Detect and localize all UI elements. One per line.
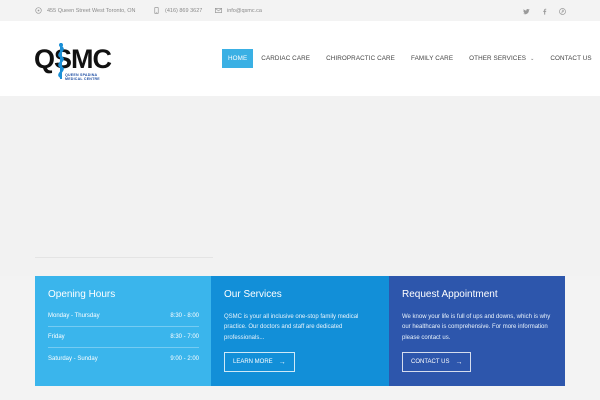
email-info[interactable]: info@qsmc.ca (215, 7, 262, 14)
phone-icon (154, 7, 159, 14)
mail-icon (215, 8, 222, 13)
button-label: CONTACT US (411, 359, 450, 365)
nav-item-family-care[interactable]: FAMILY CARE (403, 49, 461, 68)
hours-day: Saturday - Sunday (48, 355, 98, 362)
arrow-right-icon: → (455, 358, 463, 366)
hours-day: Monday - Thursday (48, 313, 100, 319)
nav-item-cardiac-care[interactable]: CARDIAC CARE (253, 49, 318, 68)
divider (35, 257, 213, 258)
arrow-right-icon: → (278, 358, 286, 366)
hours-row: Saturday - Sunday 9:00 - 2:00 (48, 348, 199, 369)
logo-text: QSMC (34, 44, 112, 74)
chevron-down-icon: ⌄ (530, 55, 535, 62)
top-bar: 455 Queen Street West Toronto, ON (416) … (0, 0, 600, 21)
nav-item-chiropractic-care[interactable]: CHIROPRACTIC CARE (318, 49, 403, 68)
button-label: LEARN MORE (233, 359, 273, 365)
hours-day: Friday (48, 334, 65, 340)
request-appointment-text: We know your life is full of ups and dow… (402, 314, 551, 341)
our-services-title: Our Services (224, 289, 282, 300)
site-header: QSMC QUEEN SPADINA MEDICAL CENTRE HOME C… (0, 21, 600, 96)
nav-item-contact-us[interactable]: CONTACT US (542, 49, 599, 68)
hours-row: Monday - Thursday 8:30 - 8:00 (48, 306, 199, 327)
address-text: 455 Queen Street West Toronto, ON (47, 7, 136, 14)
nav-label: CARDIAC CARE (261, 55, 311, 62)
nav-label: HOME (228, 55, 248, 62)
address-info: 455 Queen Street West Toronto, ON (35, 7, 135, 14)
phone-info[interactable]: (416) 869 3627 (153, 7, 202, 14)
learn-more-button[interactable]: LEARN MORE → (224, 352, 295, 372)
our-services-box: Our Services QSMC is your all inclusive … (211, 276, 389, 386)
map-pin-icon (35, 7, 42, 14)
nav-label: CHIROPRACTIC CARE (326, 55, 395, 62)
request-appointment-title: Request Appointment (402, 289, 498, 300)
pinterest-icon[interactable] (557, 6, 567, 16)
hero-slider (0, 96, 600, 276)
hours-row: Friday 8:30 - 7:00 (48, 327, 199, 348)
hours-time: 8:30 - 7:00 (170, 334, 199, 340)
qsmc-logo[interactable]: QSMC QUEEN SPADINA MEDICAL CENTRE (34, 43, 124, 81)
opening-hours-title: Opening Hours (48, 289, 116, 300)
request-appointment-box: Request Appointment We know your life is… (389, 276, 565, 386)
logo-subtitle: QUEEN SPADINA MEDICAL CENTRE (65, 73, 100, 81)
hours-time: 8:30 - 8:00 (170, 313, 199, 319)
our-services-text: QSMC is your all inclusive one-stop fami… (224, 314, 359, 341)
nav-item-other-services[interactable]: OTHER SERVICES ⌄ (461, 49, 542, 68)
facebook-icon[interactable] (539, 6, 549, 16)
opening-hours-box: Opening Hours Monday - Thursday 8:30 - 8… (35, 276, 211, 386)
hours-time: 9:00 - 2:00 (170, 355, 199, 362)
nav-label: FAMILY CARE (410, 55, 454, 62)
contact-us-button[interactable]: CONTACT US → (402, 352, 472, 372)
nav-item-home[interactable]: HOME (222, 49, 254, 68)
logo-sub-line2: MEDICAL CENTRE (65, 77, 100, 81)
nav-label: OTHER SERVICES (469, 55, 527, 62)
twitter-icon[interactable] (521, 6, 531, 16)
main-nav: HOME CARDIAC CARE CHIROPRACTIC CARE FAMI… (222, 49, 600, 68)
phone-text: (416) 869 3627 (165, 7, 203, 14)
nav-label: CONTACT US (550, 55, 592, 62)
email-text: info@qsmc.ca (227, 7, 262, 14)
